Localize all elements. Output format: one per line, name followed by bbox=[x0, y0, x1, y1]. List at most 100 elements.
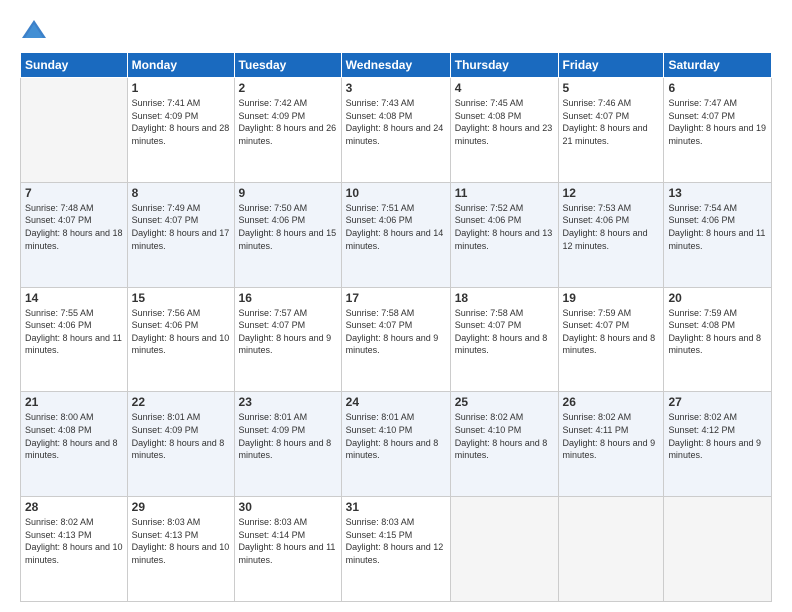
calendar-day-cell bbox=[450, 497, 558, 602]
day-info: Sunrise: 7:53 AMSunset: 4:06 PMDaylight:… bbox=[563, 202, 660, 252]
calendar-day-header: Wednesday bbox=[341, 53, 450, 78]
day-info: Sunrise: 8:03 AMSunset: 4:13 PMDaylight:… bbox=[132, 516, 230, 566]
day-info: Sunrise: 8:01 AMSunset: 4:09 PMDaylight:… bbox=[132, 411, 230, 461]
calendar-day-cell: 5 Sunrise: 7:46 AMSunset: 4:07 PMDaylight… bbox=[558, 78, 664, 183]
day-number: 23 bbox=[239, 395, 337, 409]
day-number: 11 bbox=[455, 186, 554, 200]
day-number: 19 bbox=[563, 291, 660, 305]
day-info: Sunrise: 8:02 AMSunset: 4:10 PMDaylight:… bbox=[455, 411, 554, 461]
day-info: Sunrise: 7:41 AMSunset: 4:09 PMDaylight:… bbox=[132, 97, 230, 147]
calendar-day-cell: 23Sunrise: 8:01 AMSunset: 4:09 PMDayligh… bbox=[234, 392, 341, 497]
calendar-week-row: 14 Sunrise: 7:55 AMSunset: 4:06 PMDayligh… bbox=[21, 287, 772, 392]
day-info: Sunrise: 7:45 AMSunset: 4:08 PMDaylight:… bbox=[455, 97, 554, 147]
calendar-day-header: Saturday bbox=[664, 53, 772, 78]
calendar-week-row: 21 Sunrise: 8:00 AMSunset: 4:08 PMDayligh… bbox=[21, 392, 772, 497]
day-number: 21 bbox=[25, 395, 123, 409]
day-number: 18 bbox=[455, 291, 554, 305]
calendar-day-cell: 14 Sunrise: 7:55 AMSunset: 4:06 PMDayligh… bbox=[21, 287, 128, 392]
day-number: 7 bbox=[25, 186, 123, 200]
day-number: 12 bbox=[563, 186, 660, 200]
day-info: Sunrise: 7:56 AMSunset: 4:06 PMDaylight:… bbox=[132, 307, 230, 357]
day-info: Sunrise: 7:48 AMSunset: 4:07 PMDaylight:… bbox=[25, 202, 123, 252]
calendar-day-header: Monday bbox=[127, 53, 234, 78]
day-number: 30 bbox=[239, 500, 337, 514]
calendar-week-row: 7 Sunrise: 7:48 AMSunset: 4:07 PMDaylight… bbox=[21, 182, 772, 287]
calendar-day-cell: 24Sunrise: 8:01 AMSunset: 4:10 PMDayligh… bbox=[341, 392, 450, 497]
calendar-day-cell: 27Sunrise: 8:02 AMSunset: 4:12 PMDayligh… bbox=[664, 392, 772, 497]
day-number: 15 bbox=[132, 291, 230, 305]
day-info: Sunrise: 8:03 AMSunset: 4:15 PMDaylight:… bbox=[346, 516, 446, 566]
day-number: 1 bbox=[132, 81, 230, 95]
calendar-day-cell: 19Sunrise: 7:59 AMSunset: 4:07 PMDayligh… bbox=[558, 287, 664, 392]
calendar-day-cell: 20 Sunrise: 7:59 AMSunset: 4:08 PMDayligh… bbox=[664, 287, 772, 392]
calendar-table: SundayMondayTuesdayWednesdayThursdayFrid… bbox=[20, 52, 772, 602]
calendar-day-cell: 25 Sunrise: 8:02 AMSunset: 4:10 PMDayligh… bbox=[450, 392, 558, 497]
day-number: 31 bbox=[346, 500, 446, 514]
calendar-day-cell: 15 Sunrise: 7:56 AMSunset: 4:06 PMDayligh… bbox=[127, 287, 234, 392]
day-info: Sunrise: 7:55 AMSunset: 4:06 PMDaylight:… bbox=[25, 307, 123, 357]
day-info: Sunrise: 8:01 AMSunset: 4:10 PMDaylight:… bbox=[346, 411, 446, 461]
day-number: 13 bbox=[668, 186, 767, 200]
logo-icon bbox=[20, 16, 48, 44]
day-number: 8 bbox=[132, 186, 230, 200]
day-info: Sunrise: 8:02 AMSunset: 4:12 PMDaylight:… bbox=[668, 411, 767, 461]
calendar-day-cell: 22 Sunrise: 8:01 AMSunset: 4:09 PMDayligh… bbox=[127, 392, 234, 497]
day-number: 10 bbox=[346, 186, 446, 200]
calendar-day-cell: 17 Sunrise: 7:58 AMSunset: 4:07 PMDayligh… bbox=[341, 287, 450, 392]
day-info: Sunrise: 8:02 AMSunset: 4:11 PMDaylight:… bbox=[563, 411, 660, 461]
calendar-day-cell: 10Sunrise: 7:51 AMSunset: 4:06 PMDayligh… bbox=[341, 182, 450, 287]
calendar-day-cell: 28 Sunrise: 8:02 AMSunset: 4:13 PMDayligh… bbox=[21, 497, 128, 602]
day-info: Sunrise: 7:58 AMSunset: 4:07 PMDaylight:… bbox=[455, 307, 554, 357]
day-info: Sunrise: 7:46 AMSunset: 4:07 PMDaylight:… bbox=[563, 97, 660, 147]
day-info: Sunrise: 7:52 AMSunset: 4:06 PMDaylight:… bbox=[455, 202, 554, 252]
day-number: 4 bbox=[455, 81, 554, 95]
calendar-day-cell: 8 Sunrise: 7:49 AMSunset: 4:07 PMDaylight… bbox=[127, 182, 234, 287]
calendar-day-cell: 9Sunrise: 7:50 AMSunset: 4:06 PMDaylight… bbox=[234, 182, 341, 287]
day-number: 6 bbox=[668, 81, 767, 95]
calendar-week-row: 1 Sunrise: 7:41 AMSunset: 4:09 PMDaylight… bbox=[21, 78, 772, 183]
day-info: Sunrise: 8:02 AMSunset: 4:13 PMDaylight:… bbox=[25, 516, 123, 566]
calendar-day-cell: 6Sunrise: 7:47 AMSunset: 4:07 PMDaylight… bbox=[664, 78, 772, 183]
header bbox=[20, 16, 772, 44]
day-info: Sunrise: 7:57 AMSunset: 4:07 PMDaylight:… bbox=[239, 307, 337, 357]
calendar-day-cell: 26 Sunrise: 8:02 AMSunset: 4:11 PMDayligh… bbox=[558, 392, 664, 497]
calendar-week-row: 28 Sunrise: 8:02 AMSunset: 4:13 PMDayligh… bbox=[21, 497, 772, 602]
day-number: 26 bbox=[563, 395, 660, 409]
calendar-day-cell: 1 Sunrise: 7:41 AMSunset: 4:09 PMDaylight… bbox=[127, 78, 234, 183]
calendar-day-cell: 31 Sunrise: 8:03 AMSunset: 4:15 PMDayligh… bbox=[341, 497, 450, 602]
day-number: 20 bbox=[668, 291, 767, 305]
calendar-day-header: Friday bbox=[558, 53, 664, 78]
calendar-day-header: Tuesday bbox=[234, 53, 341, 78]
logo bbox=[20, 16, 52, 44]
day-number: 17 bbox=[346, 291, 446, 305]
day-number: 14 bbox=[25, 291, 123, 305]
day-info: Sunrise: 8:00 AMSunset: 4:08 PMDaylight:… bbox=[25, 411, 123, 461]
day-number: 25 bbox=[455, 395, 554, 409]
calendar-day-cell: 30Sunrise: 8:03 AMSunset: 4:14 PMDayligh… bbox=[234, 497, 341, 602]
calendar-day-cell: 7 Sunrise: 7:48 AMSunset: 4:07 PMDaylight… bbox=[21, 182, 128, 287]
day-info: Sunrise: 7:43 AMSunset: 4:08 PMDaylight:… bbox=[346, 97, 446, 147]
calendar-day-cell bbox=[558, 497, 664, 602]
calendar-day-cell: 18 Sunrise: 7:58 AMSunset: 4:07 PMDayligh… bbox=[450, 287, 558, 392]
day-info: Sunrise: 7:42 AMSunset: 4:09 PMDaylight:… bbox=[239, 97, 337, 147]
day-number: 29 bbox=[132, 500, 230, 514]
day-info: Sunrise: 7:54 AMSunset: 4:06 PMDaylight:… bbox=[668, 202, 767, 252]
day-number: 16 bbox=[239, 291, 337, 305]
day-info: Sunrise: 7:58 AMSunset: 4:07 PMDaylight:… bbox=[346, 307, 446, 357]
day-number: 28 bbox=[25, 500, 123, 514]
day-number: 5 bbox=[563, 81, 660, 95]
day-number: 22 bbox=[132, 395, 230, 409]
day-info: Sunrise: 7:59 AMSunset: 4:08 PMDaylight:… bbox=[668, 307, 767, 357]
calendar-day-cell: 11 Sunrise: 7:52 AMSunset: 4:06 PMDayligh… bbox=[450, 182, 558, 287]
calendar-day-cell: 2 Sunrise: 7:42 AMSunset: 4:09 PMDaylight… bbox=[234, 78, 341, 183]
calendar-day-header: Sunday bbox=[21, 53, 128, 78]
day-number: 3 bbox=[346, 81, 446, 95]
calendar-day-cell: 13 Sunrise: 7:54 AMSunset: 4:06 PMDayligh… bbox=[664, 182, 772, 287]
calendar-day-cell: 29 Sunrise: 8:03 AMSunset: 4:13 PMDayligh… bbox=[127, 497, 234, 602]
day-number: 2 bbox=[239, 81, 337, 95]
calendar-day-cell: 21 Sunrise: 8:00 AMSunset: 4:08 PMDayligh… bbox=[21, 392, 128, 497]
calendar-day-header: Thursday bbox=[450, 53, 558, 78]
calendar-day-cell: 3 Sunrise: 7:43 AMSunset: 4:08 PMDaylight… bbox=[341, 78, 450, 183]
day-info: Sunrise: 7:49 AMSunset: 4:07 PMDaylight:… bbox=[132, 202, 230, 252]
calendar-day-cell: 4 Sunrise: 7:45 AMSunset: 4:08 PMDaylight… bbox=[450, 78, 558, 183]
